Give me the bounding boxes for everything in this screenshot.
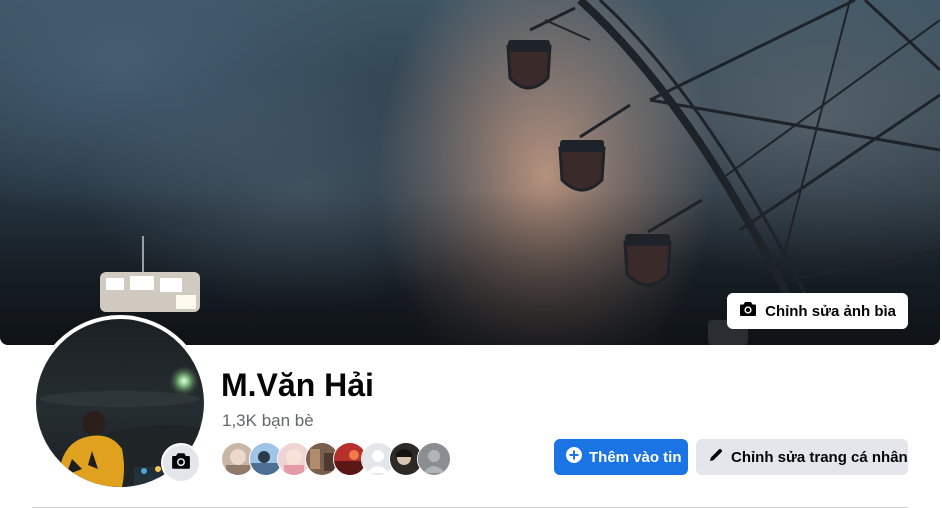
add-to-story-label: Thêm vào tin xyxy=(589,448,682,466)
pencil-icon xyxy=(708,447,724,467)
profile-name: M.Văn Hải xyxy=(221,367,374,403)
edit-profile-label: Chỉnh sửa trang cá nhân xyxy=(731,448,908,466)
friend-avatar-8[interactable] xyxy=(417,442,451,476)
add-to-story-button[interactable]: Thêm vào tin xyxy=(554,439,688,475)
camera-icon xyxy=(171,452,191,475)
cover-photo[interactable]: Chỉnh sửa ảnh bìa xyxy=(0,0,940,345)
update-profile-picture-button[interactable] xyxy=(161,443,201,483)
edit-profile-button[interactable]: Chỉnh sửa trang cá nhân xyxy=(696,439,908,475)
plus-circle-icon xyxy=(566,447,582,467)
friends-count-link[interactable]: 1,3K bạn bè xyxy=(222,411,314,431)
edit-cover-photo-button[interactable]: Chỉnh sửa ảnh bìa xyxy=(727,293,908,329)
camera-icon xyxy=(739,301,757,321)
edit-cover-photo-label: Chỉnh sửa ảnh bìa xyxy=(765,302,896,320)
